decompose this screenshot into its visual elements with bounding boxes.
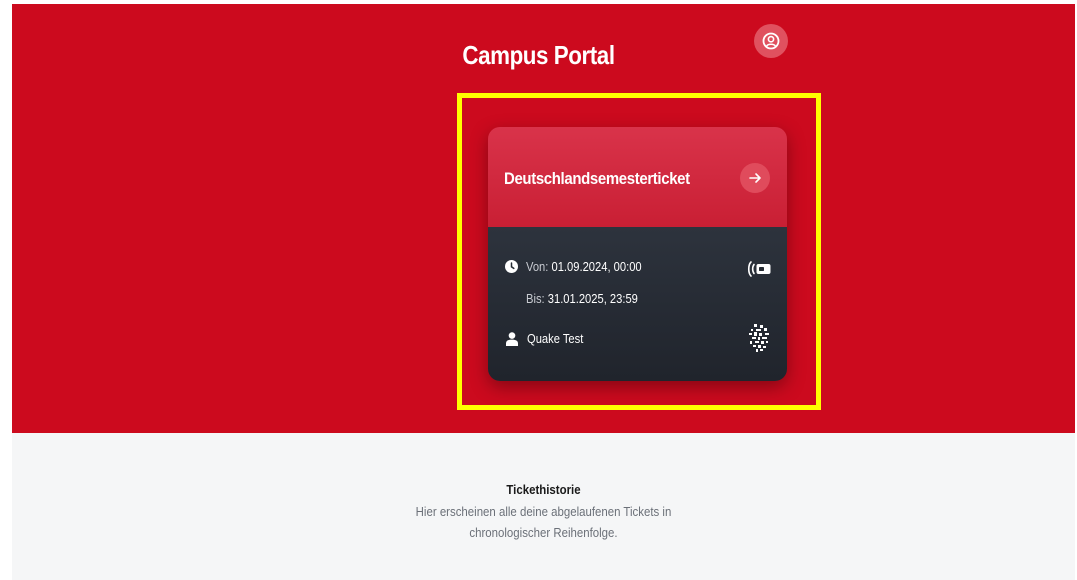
page: Campus Portal Deutschlandsemesterticket	[0, 0, 1077, 580]
page-title: Campus Portal	[462, 40, 615, 70]
ticket-header: Deutschlandsemesterticket	[488, 127, 787, 227]
user-circle-icon	[762, 32, 780, 50]
history-description: Hier erscheinen alle deine abgelaufenen …	[12, 501, 1075, 543]
valid-to-label: Bis:	[526, 291, 548, 306]
nfc-icon	[747, 261, 771, 277]
open-ticket-button[interactable]	[740, 163, 770, 193]
holder-name: Quake Test	[527, 331, 584, 346]
ticket-name: Deutschlandsemesterticket	[504, 169, 690, 188]
ticket-card[interactable]: Deutschlandsemesterticket Von: 01.09.202…	[488, 127, 787, 381]
user-icon	[506, 331, 518, 346]
holder-row: Quake Test	[506, 331, 593, 346]
valid-from-row: Von: 01.09.2024, 00:00	[505, 259, 660, 274]
profile-button[interactable]	[754, 24, 788, 58]
valid-to-row: Bis: 31.01.2025, 23:59	[526, 291, 656, 306]
history-description-line1: Hier erscheinen alle deine abgelaufenen …	[415, 504, 672, 519]
valid-from-label: Von:	[526, 259, 552, 274]
ticket-history-section: Tickethistorie Hier erscheinen alle dein…	[12, 433, 1075, 580]
ticket-body: Von: 01.09.2024, 00:00 Bis: 31.01.2025, …	[488, 227, 787, 381]
clock-icon	[505, 260, 518, 273]
history-title: Tickethistorie	[506, 482, 581, 497]
valid-to-value: 31.01.2025, 23:59	[547, 291, 638, 306]
barcode-icon	[749, 324, 769, 352]
valid-from-value: 01.09.2024, 00:00	[551, 259, 642, 274]
arrow-right-icon	[749, 173, 761, 183]
history-description-line2: chronologischer Reihenfolge.	[469, 525, 618, 540]
